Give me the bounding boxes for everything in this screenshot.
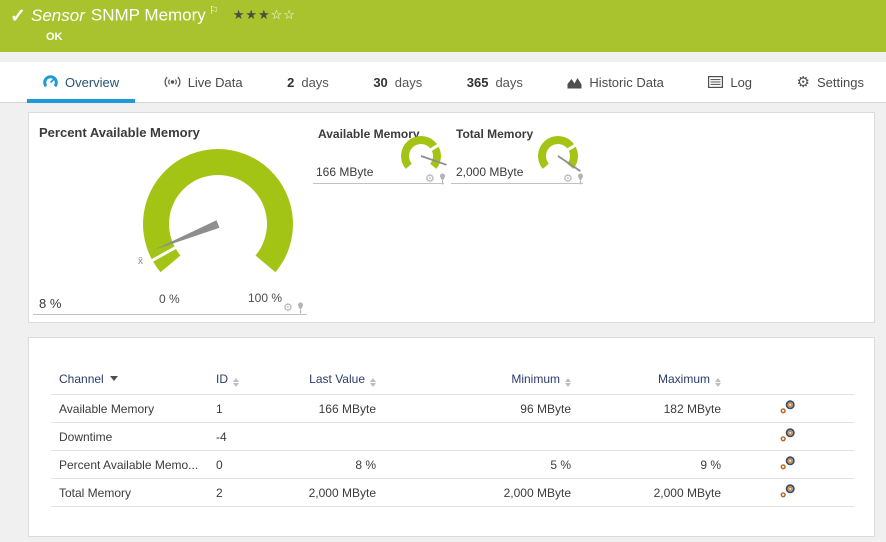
tab-label: Log	[730, 75, 752, 90]
table-row: Available Memory 1 166 MByte 96 MByte 18…	[51, 395, 854, 423]
column-header-maximum[interactable]: Maximum	[571, 364, 721, 395]
channel-minimum	[376, 423, 571, 451]
ok-check-icon: ✓	[10, 5, 26, 28]
main-gauge-actions: ⚙	[283, 302, 305, 314]
channel-last-value	[284, 423, 376, 451]
channel-name: Downtime	[51, 423, 216, 451]
page-title: SNMP Memory	[91, 6, 206, 25]
percent-available-memory-gauge: x̄	[136, 142, 300, 306]
tab-unit: days	[495, 75, 522, 90]
table-row: Downtime -4	[51, 423, 854, 451]
gauge-divider	[451, 183, 583, 184]
mini-gauge-value-total-memory: 2,000 MByte	[456, 165, 523, 179]
channel-last-value: 2,000 MByte	[284, 479, 376, 507]
sort-icon	[233, 378, 239, 387]
channel-maximum	[571, 423, 721, 451]
column-header-channel[interactable]: Channel	[51, 364, 216, 395]
channel-minimum: 96 MByte	[376, 395, 571, 423]
channel-minimum: 2,000 MByte	[376, 479, 571, 507]
column-header-label: Channel	[59, 372, 104, 386]
channel-name: Percent Available Memo...	[51, 451, 216, 479]
tab-historic-data[interactable]: Historic Data	[551, 62, 679, 102]
channel-name: Available Memory	[51, 395, 216, 423]
channel-id: 2	[216, 479, 284, 507]
gauge-scale-max: 100 %	[248, 291, 282, 305]
mini-gauge-title-total-memory: Total Memory	[456, 127, 533, 141]
tab-30-days[interactable]: 30 days	[357, 62, 438, 102]
column-header-minimum[interactable]: Minimum	[376, 364, 571, 395]
column-header-last-value[interactable]: Last Value	[284, 364, 376, 395]
column-header-label: Last Value	[309, 372, 365, 386]
tab-365-days[interactable]: 365 days	[451, 62, 539, 102]
tab-2-days[interactable]: 2 days	[271, 62, 345, 102]
main-gauge-title: Percent Available Memory	[39, 125, 200, 140]
channel-last-value: 8 %	[284, 451, 376, 479]
sensor-status-banner: ✓ Sensor SNMP Memory⚐ ★★★☆☆ OK	[0, 0, 886, 52]
column-header-label: Maximum	[658, 372, 710, 386]
gauge-pin-icon[interactable]	[296, 302, 305, 314]
tab-label: Live Data	[188, 75, 243, 90]
edit-channel-icon[interactable]	[780, 484, 796, 498]
star-empty[interactable]: ☆☆	[271, 7, 296, 22]
settings-gear-icon: ⚙	[797, 75, 810, 90]
table-header-row: Channel ID Last Value Minimum Maximum	[51, 364, 854, 395]
tab-live-data[interactable]: Live Data	[148, 62, 259, 102]
log-icon	[708, 76, 723, 88]
tab-log[interactable]: Log	[692, 62, 768, 102]
mini-gauge-value-available-memory: 166 MByte	[316, 165, 373, 179]
table-row: Percent Available Memo... 0 8 % 5 % 9 %	[51, 451, 854, 479]
channel-maximum: 2,000 MByte	[571, 479, 721, 507]
sort-icon	[370, 378, 376, 387]
column-header-actions	[721, 364, 854, 395]
tab-bar: Overview Live Data 2 days 30 days 365 da…	[0, 62, 886, 103]
channel-id: 1	[216, 395, 284, 423]
object-kind-label: Sensor	[31, 6, 85, 25]
edit-channel-icon[interactable]	[780, 400, 796, 414]
tab-overview[interactable]: Overview	[27, 62, 135, 102]
tab-label: Overview	[65, 75, 119, 90]
tab-unit: days	[301, 75, 328, 90]
sensor-title-line: Sensor SNMP Memory⚐ ★★★☆☆	[31, 4, 296, 26]
sort-icon	[565, 378, 571, 387]
gauge-divider	[313, 183, 444, 184]
main-gauge-value: 8 %	[39, 296, 61, 311]
sort-desc-icon	[110, 376, 118, 381]
mean-marker-label: x̄	[138, 256, 143, 267]
gauge-icon	[43, 75, 58, 90]
tab-unit: days	[395, 75, 422, 90]
channel-last-value: 166 MByte	[284, 395, 376, 423]
star-filled[interactable]: ★★★	[233, 7, 271, 22]
edit-channel-icon[interactable]	[780, 428, 796, 442]
tab-settings[interactable]: ⚙ Settings	[781, 62, 880, 102]
channel-name: Total Memory	[51, 479, 216, 507]
historic-data-icon	[567, 76, 582, 89]
tab-number: 30	[373, 75, 387, 90]
channels-panel: Channel ID Last Value Minimum Maximum Av…	[28, 337, 875, 537]
edit-channel-icon[interactable]	[780, 456, 796, 470]
channel-id: 0	[216, 451, 284, 479]
tab-number: 365	[467, 75, 489, 90]
gauge-scale-min: 0 %	[159, 292, 180, 306]
status-badge: OK	[46, 31, 63, 43]
tab-number: 2	[287, 75, 294, 90]
gauges-panel: Percent Available Memory x̄ 0 % 100 % 8 …	[28, 112, 875, 323]
tab-label: Historic Data	[589, 75, 663, 90]
table-row: Total Memory 2 2,000 MByte 2,000 MByte 2…	[51, 479, 854, 507]
channel-minimum: 5 %	[376, 451, 571, 479]
column-header-id[interactable]: ID	[216, 364, 284, 395]
column-header-label: ID	[216, 372, 228, 386]
live-data-icon	[164, 75, 181, 89]
column-header-label: Minimum	[511, 372, 560, 386]
channel-table: Channel ID Last Value Minimum Maximum Av…	[51, 364, 854, 507]
priority-stars[interactable]: ★★★☆☆	[233, 7, 296, 22]
tab-label: Settings	[817, 75, 864, 90]
channel-maximum: 9 %	[571, 451, 721, 479]
sort-icon	[715, 378, 721, 387]
channel-maximum: 182 MByte	[571, 395, 721, 423]
gauge-settings-icon[interactable]: ⚙	[283, 303, 293, 314]
flag-icon[interactable]: ⚐	[209, 5, 219, 17]
channel-id: -4	[216, 423, 284, 451]
gauge-divider	[33, 314, 307, 315]
